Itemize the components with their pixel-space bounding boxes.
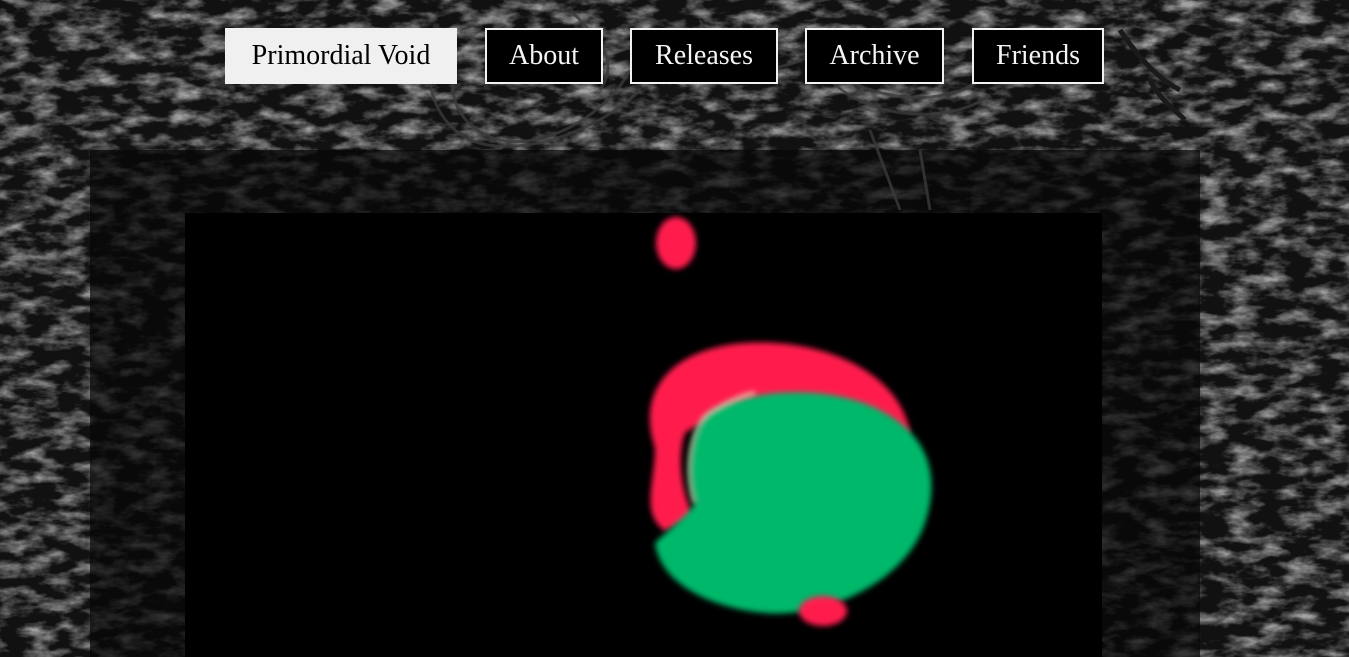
nav-item-releases[interactable]: Releases: [630, 28, 778, 84]
page: Primordial Void About Releases Archive F…: [0, 0, 1349, 657]
red-dot-bottom: [799, 596, 847, 626]
nav-item-about[interactable]: About: [485, 28, 603, 84]
video-frame: [185, 213, 1102, 657]
nav-item-friends[interactable]: Friends: [972, 28, 1104, 84]
nav-item-archive[interactable]: Archive: [805, 28, 944, 84]
nav-item-primordial-void[interactable]: Primordial Void: [225, 28, 457, 84]
video-player[interactable]: [185, 213, 1102, 657]
red-dot-top: [656, 217, 696, 269]
